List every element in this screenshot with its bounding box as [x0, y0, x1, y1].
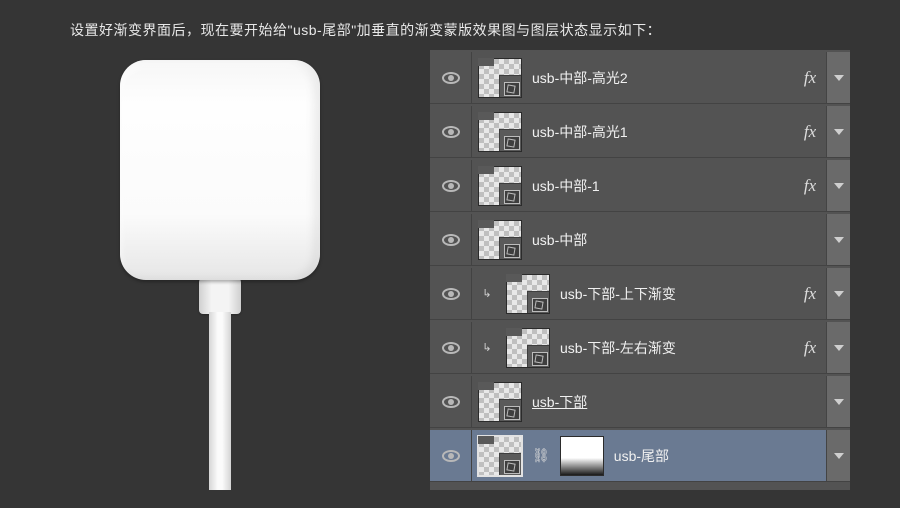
layer-thumbnail[interactable] [478, 220, 522, 260]
mask-thumbnail[interactable] [560, 436, 604, 476]
layer-body: ↳ usb-下部-左右渐变 [472, 328, 794, 368]
layer-row[interactable]: usb-中部-高光2 fx [430, 52, 850, 104]
visibility-toggle[interactable] [430, 430, 472, 481]
layer-thumbnail[interactable] [478, 382, 522, 422]
layer-thumbnail[interactable] [478, 58, 522, 98]
expand-toggle[interactable] [826, 160, 850, 211]
visibility-toggle[interactable] [430, 214, 472, 265]
usb-head-shape [120, 60, 320, 280]
layer-name-label[interactable]: usb-中部 [532, 230, 587, 250]
vector-badge-icon [504, 136, 520, 150]
visibility-toggle[interactable] [430, 322, 472, 373]
expand-toggle[interactable] [826, 106, 850, 157]
expand-toggle[interactable] [826, 376, 850, 427]
expand-toggle[interactable] [826, 430, 850, 481]
layer-thumbnail[interactable] [506, 274, 550, 314]
eye-icon [442, 180, 460, 192]
layer-thumbnail[interactable] [506, 328, 550, 368]
instruction-text: 设置好渐变界面后，现在要开始给"usb-尾部"加垂直的渐变蒙版效果图与图层状态显… [0, 0, 900, 50]
usb-preview [50, 50, 390, 490]
eye-icon [442, 342, 460, 354]
expand-toggle[interactable] [826, 214, 850, 265]
layer-thumbnail[interactable] [478, 436, 522, 476]
chevron-down-icon [834, 129, 844, 135]
fx-indicator[interactable]: fx [794, 338, 826, 358]
layer-body: usb-中部-高光1 [472, 112, 794, 152]
fx-indicator[interactable]: fx [794, 122, 826, 142]
clip-indent: ↳ [478, 341, 496, 354]
layer-row[interactable]: usb-中部 [430, 214, 850, 266]
layers-panel: usb-中部-高光2fxusb-中部-高光1fxusb-中部-1fxusb-中部… [430, 50, 850, 490]
vector-badge-icon [504, 460, 520, 474]
layer-row[interactable]: ⛓ usb-尾部 [430, 430, 850, 482]
fx-indicator[interactable]: fx [794, 176, 826, 196]
chevron-down-icon [834, 183, 844, 189]
layer-body: usb-下部 [472, 382, 794, 422]
fx-indicator[interactable]: fx [794, 68, 826, 88]
layer-name-label[interactable]: usb-中部-高光1 [532, 122, 628, 142]
visibility-toggle[interactable] [430, 106, 472, 157]
eye-icon [442, 126, 460, 138]
layer-row[interactable]: ↳ usb-下部-左右渐变 fx [430, 322, 850, 374]
visibility-toggle[interactable] [430, 52, 472, 103]
layer-body: usb-中部-高光2 [472, 58, 794, 98]
vector-badge-icon [532, 352, 548, 366]
visibility-toggle[interactable] [430, 376, 472, 427]
layer-body: ↳ usb-下部-上下渐变 [472, 274, 794, 314]
layer-thumbnail[interactable] [478, 166, 522, 206]
clip-arrow-icon: ↳ [482, 287, 491, 300]
visibility-toggle[interactable] [430, 160, 472, 211]
layer-body: usb-中部 [472, 220, 794, 260]
eye-icon [442, 450, 460, 462]
chevron-down-icon [834, 453, 844, 459]
vector-badge-icon [504, 190, 520, 204]
layer-name-label[interactable]: usb-下部-左右渐变 [560, 338, 676, 358]
vector-badge-icon [532, 298, 548, 312]
layer-name-label[interactable]: usb-下部 [532, 392, 587, 412]
usb-cable-shape [209, 312, 231, 490]
expand-toggle[interactable] [826, 268, 850, 319]
layer-name-label[interactable]: usb-尾部 [614, 446, 669, 466]
link-icon[interactable]: ⛓ [532, 447, 550, 464]
eye-icon [442, 72, 460, 84]
chevron-down-icon [834, 291, 844, 297]
vector-badge-icon [504, 244, 520, 258]
expand-toggle[interactable] [826, 52, 850, 103]
layer-body: ⛓ usb-尾部 [472, 436, 794, 476]
layer-row[interactable]: usb-中部-1 fx [430, 160, 850, 212]
fx-indicator[interactable]: fx [794, 284, 826, 304]
eye-icon [442, 288, 460, 300]
usb-neck-shape [199, 278, 241, 314]
eye-icon [442, 396, 460, 408]
visibility-toggle[interactable] [430, 268, 472, 319]
layer-body: usb-中部-1 [472, 166, 794, 206]
chevron-down-icon [834, 399, 844, 405]
chevron-down-icon [834, 75, 844, 81]
eye-icon [442, 234, 460, 246]
clip-arrow-icon: ↳ [482, 341, 491, 354]
expand-toggle[interactable] [826, 322, 850, 373]
chevron-down-icon [834, 237, 844, 243]
chevron-down-icon [834, 345, 844, 351]
layer-thumbnail[interactable] [478, 112, 522, 152]
vector-badge-icon [504, 82, 520, 96]
layer-name-label[interactable]: usb-中部-高光2 [532, 68, 628, 88]
clip-indent: ↳ [478, 287, 496, 300]
layer-row[interactable]: usb-中部-高光1 fx [430, 106, 850, 158]
layer-row[interactable]: usb-下部 [430, 376, 850, 428]
layer-name-label[interactable]: usb-下部-上下渐变 [560, 284, 676, 304]
layer-row[interactable]: ↳ usb-下部-上下渐变 fx [430, 268, 850, 320]
vector-badge-icon [504, 406, 520, 420]
layer-name-label[interactable]: usb-中部-1 [532, 176, 600, 196]
content-area: usb-中部-高光2fxusb-中部-高光1fxusb-中部-1fxusb-中部… [0, 50, 900, 490]
